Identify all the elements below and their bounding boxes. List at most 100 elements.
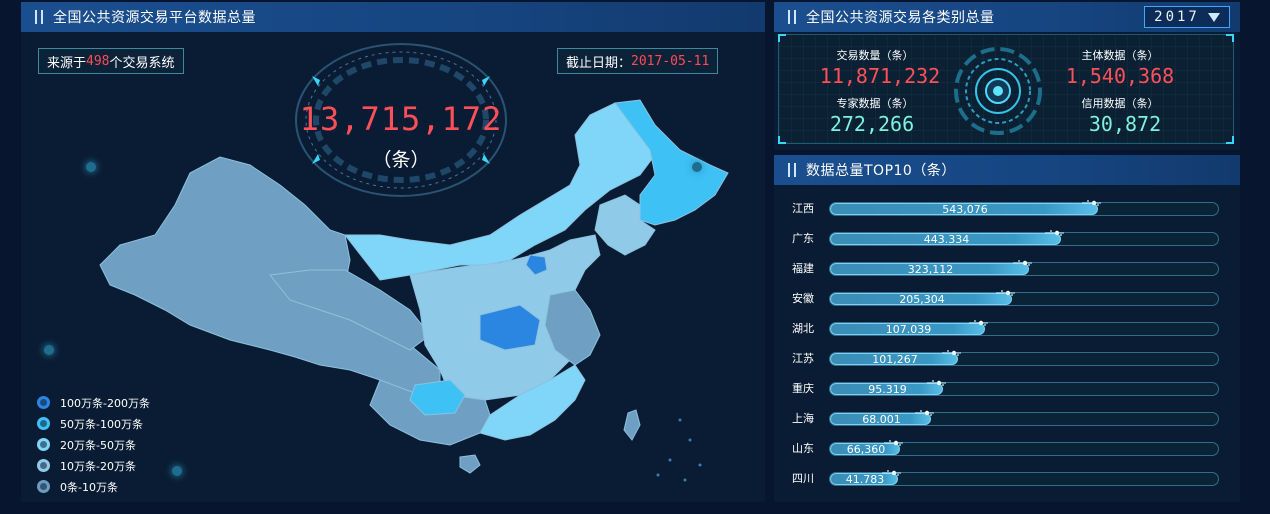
stat-value-trade: 11,871,232 xyxy=(819,64,941,88)
legend-item[interactable]: 0条-10万条 xyxy=(37,476,150,497)
sparkle-icon xyxy=(1045,230,1064,236)
date-info-box: 截止日期： 2017-05-11 xyxy=(557,48,719,74)
top10-bar-track: 205,304 xyxy=(829,290,1219,306)
corner-decoration xyxy=(1226,136,1234,144)
top10-bar-fill: 205,304 xyxy=(830,293,1012,306)
panel-title: 全国公共资源交易各类别总量 xyxy=(806,10,995,26)
panel-header: 全国公共资源交易平台数据总量 xyxy=(21,2,765,32)
stat-value-subject: 1,540,368 xyxy=(1065,64,1175,88)
top10-row[interactable]: 江苏 101,267 xyxy=(792,350,1222,367)
top10-bar-track: 107.039 xyxy=(829,320,1219,336)
top10-row[interactable]: 上海 68.001 xyxy=(792,410,1222,427)
stat-label-subject: 主体数据（条） xyxy=(1081,49,1159,62)
source-info-box: 来源于 498 个交易系统 xyxy=(38,48,184,74)
caret-down-icon xyxy=(1207,12,1220,22)
top10-row[interactable]: 四川 41.783 xyxy=(792,470,1222,487)
sparkle-icon xyxy=(996,290,1015,296)
top10-row[interactable]: 安徽 205,304 xyxy=(792,290,1222,307)
map-region-taiwan[interactable] xyxy=(623,409,641,441)
corner-decoration xyxy=(778,136,786,144)
top10-row-value: 107.039 xyxy=(885,323,932,336)
header-bars-icon xyxy=(35,10,43,24)
top10-bar-fill: 107.039 xyxy=(830,323,985,336)
sparkle-icon xyxy=(927,380,946,386)
top10-row-value: 443.334 xyxy=(923,233,970,246)
top10-row-value: 205,304 xyxy=(899,293,945,306)
map-region-hainan[interactable] xyxy=(459,454,481,474)
legend-item[interactable]: 10万条-20万条 xyxy=(37,455,150,476)
date-value: 2017-05-11 xyxy=(631,53,710,69)
panel-header: 全国公共资源交易各类别总量 2017 xyxy=(774,2,1240,32)
map-legend: 100万条-200万条 50万条-100万条 20万条-50万条 10万条-20… xyxy=(37,392,150,497)
top10-row[interactable]: 广东 443.334 xyxy=(792,230,1222,247)
top10-bar-fill: 323,112 xyxy=(830,263,1029,276)
top10-bar-track: 323,112 xyxy=(829,260,1219,276)
top10-bar-fill: 101,267 xyxy=(830,353,958,366)
top10-row[interactable]: 江西 543,076 xyxy=(792,200,1222,217)
legend-dot-icon xyxy=(37,396,50,409)
top10-row[interactable]: 山东 66,360 xyxy=(792,440,1222,457)
top10-row-value: 323,112 xyxy=(907,263,954,276)
sparkle-icon xyxy=(915,410,934,416)
legend-label: 50万条-100万条 xyxy=(60,417,143,431)
top10-bar-track: 101,267 xyxy=(829,350,1219,366)
top10-row-value: 543,076 xyxy=(942,203,988,216)
sparkle-icon xyxy=(882,470,901,476)
sparkle-icon xyxy=(942,350,961,356)
stat-value-expert: 272,266 xyxy=(829,112,915,136)
panel-title: 全国公共资源交易平台数据总量 xyxy=(53,10,256,26)
top10-bar-track: 68.001 xyxy=(829,410,1219,426)
top10-row-name: 安徽 xyxy=(792,292,814,305)
legend-item[interactable]: 50万条-100万条 xyxy=(37,413,150,434)
stat-label-credit: 信用数据（条） xyxy=(1081,97,1159,110)
legend-dot-icon xyxy=(37,459,50,472)
top10-row[interactable]: 重庆 95.319 xyxy=(792,380,1222,397)
stat-value-credit: 30,872 xyxy=(1088,112,1162,136)
top10-row-name: 江西 xyxy=(792,202,814,215)
legend-item[interactable]: 100万条-200万条 xyxy=(37,392,150,413)
top10-row-name: 福建 xyxy=(792,262,814,275)
legend-dot-icon xyxy=(37,417,50,430)
sparkle-icon xyxy=(1082,200,1101,206)
top10-row-name: 重庆 xyxy=(792,382,814,395)
sparkle-icon xyxy=(884,440,903,446)
corner-decoration xyxy=(1226,34,1234,42)
glow-dot-left-2 xyxy=(44,345,54,355)
south-sea-islands xyxy=(656,418,702,482)
top10-row-name: 上海 xyxy=(792,412,814,425)
stat-label-expert: 专家数据（条） xyxy=(836,97,914,110)
glow-dot-left xyxy=(86,162,96,172)
legend-dot-icon xyxy=(37,480,50,493)
source-suffix: 个交易系统 xyxy=(109,55,175,71)
legend-label: 100万条-200万条 xyxy=(60,396,150,410)
legend-label: 20万条-50万条 xyxy=(60,438,136,452)
corner-decoration xyxy=(778,34,786,42)
year-select[interactable]: 2017 xyxy=(1144,6,1230,28)
legend-label: 10万条-20万条 xyxy=(60,459,136,473)
top10-bar-fill: 443.334 xyxy=(830,233,1061,246)
source-count: 498 xyxy=(86,53,110,69)
source-prefix: 来源于 xyxy=(47,55,87,71)
glow-dot-bottom xyxy=(172,466,182,476)
radar-ring-icon xyxy=(954,47,1042,135)
sparkle-icon xyxy=(1013,260,1032,266)
legend-item[interactable]: 20万条-50万条 xyxy=(37,434,150,455)
top10-bar-track: 66,360 xyxy=(829,440,1219,456)
year-value: 2017 xyxy=(1154,9,1200,25)
top10-row[interactable]: 福建 323,112 xyxy=(792,260,1222,277)
top10-bar-track: 443.334 xyxy=(829,230,1219,246)
legend-label: 0条-10万条 xyxy=(60,480,118,494)
top10-bar-fill: 543,076 xyxy=(830,203,1098,216)
top10-bar-track: 543,076 xyxy=(829,200,1219,216)
top10-row-name: 广东 xyxy=(792,232,814,245)
top10-bar-track: 41.783 xyxy=(829,470,1219,486)
glow-dot-right xyxy=(692,162,702,172)
total-value: 13,715,172 xyxy=(299,100,503,138)
header-bars-icon xyxy=(788,10,796,24)
total-unit: （条） xyxy=(372,149,430,171)
date-label: 截止日期： xyxy=(566,55,632,71)
top10-row[interactable]: 湖北 107.039 xyxy=(792,320,1222,337)
stat-label-trade: 交易数量（条） xyxy=(836,49,914,62)
panel-title: 数据总量TOP10（条） xyxy=(806,163,956,179)
header-bars-icon xyxy=(788,163,796,177)
